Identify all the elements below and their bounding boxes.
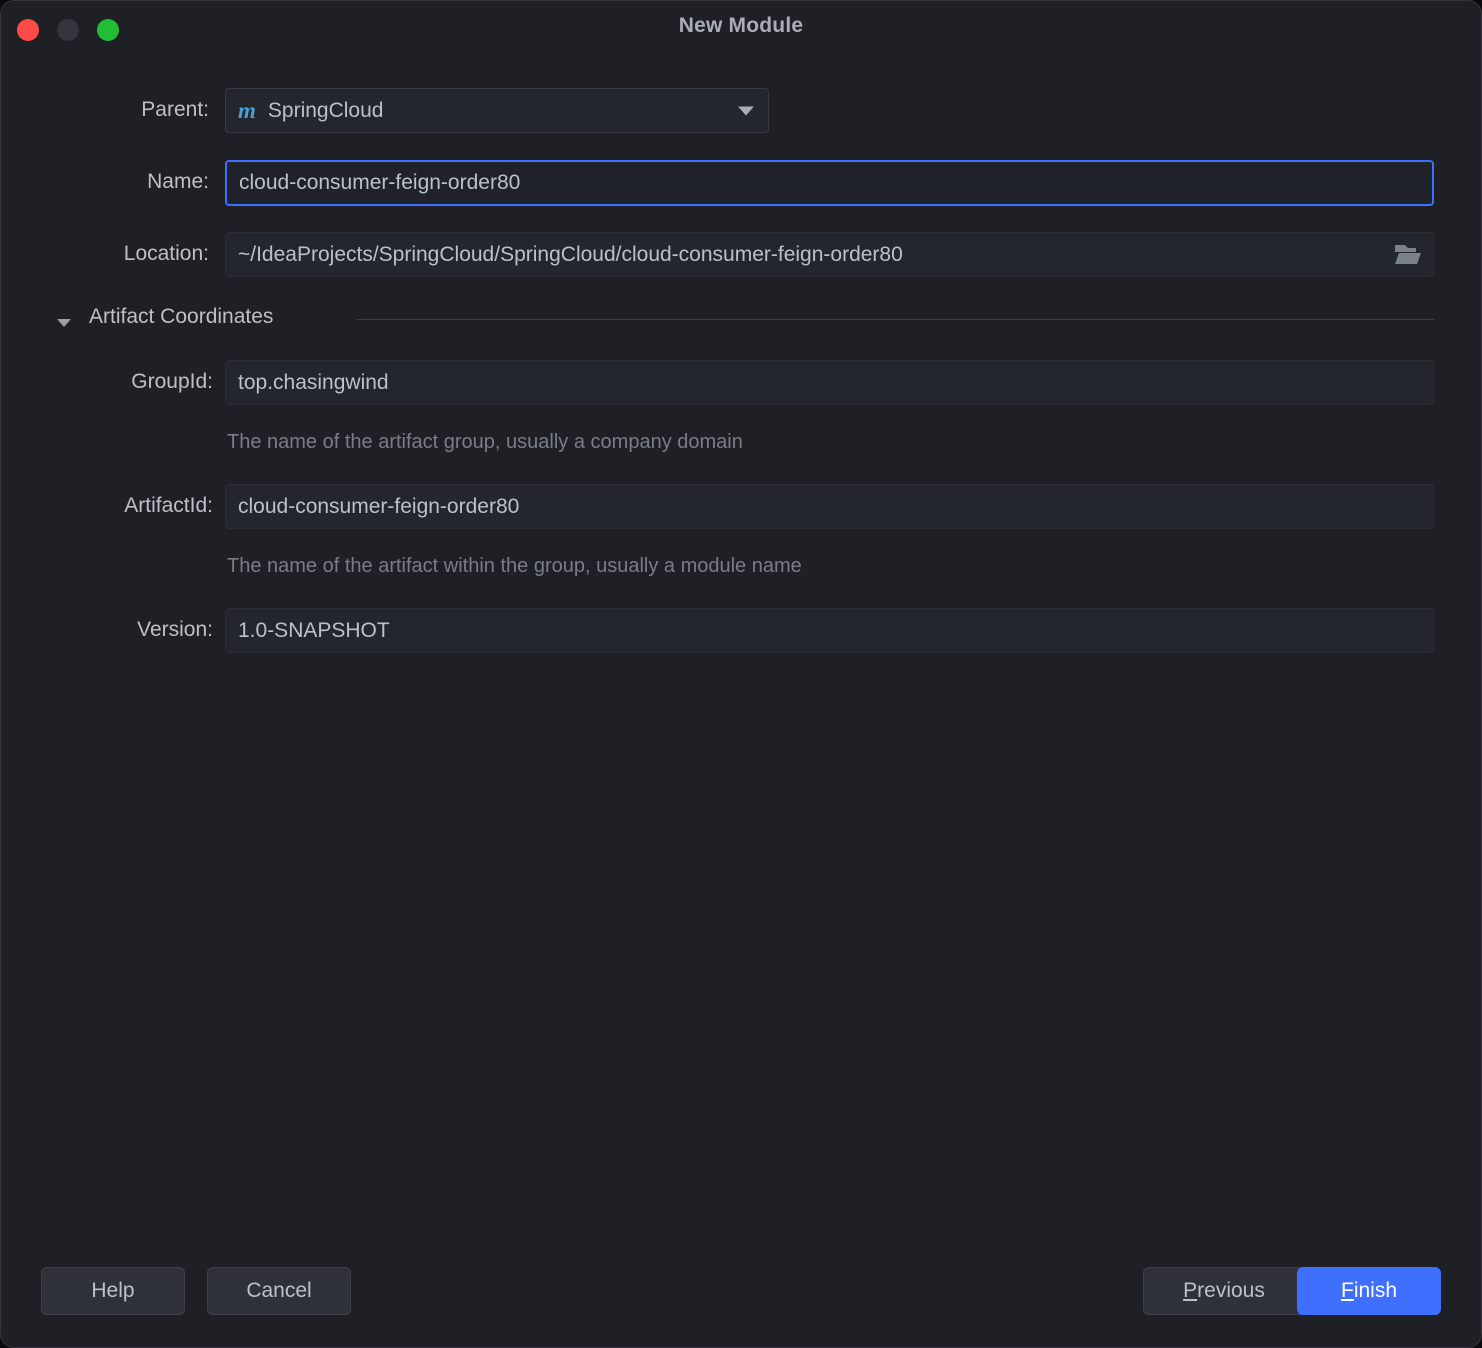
parent-dropdown[interactable]: m SpringCloud — [225, 88, 769, 133]
artifact-coordinates-title: Artifact Coordinates — [89, 305, 274, 328]
location-input[interactable]: ~/IdeaProjects/SpringCloud/SpringCloud/c… — [225, 232, 1434, 277]
help-button[interactable]: Help — [41, 1267, 185, 1315]
artifactid-label: ArtifactId: — [124, 494, 213, 517]
version-input[interactable]: 1.0-SNAPSHOT — [225, 608, 1434, 653]
artifactid-input-value: cloud-consumer-feign-order80 — [238, 494, 520, 518]
chevron-down-icon[interactable] — [57, 319, 71, 327]
finish-button-mnemonic: F — [1340, 1279, 1354, 1302]
folder-icon-svg — [1395, 244, 1421, 264]
version-input-value: 1.0-SNAPSHOT — [238, 618, 390, 642]
finish-button-label: inish — [1353, 1279, 1398, 1302]
new-module-dialog: New Module Parent: m SpringCloud Name: c… — [0, 0, 1482, 1348]
parent-label: Parent: — [141, 98, 209, 121]
name-input-value: cloud-consumer-feign-order80 — [239, 171, 521, 194]
artifact-coordinates-section[interactable]: Artifact Coordinates — [1, 305, 1481, 341]
version-label: Version: — [137, 618, 213, 641]
finish-button[interactable]: Finish — [1297, 1267, 1441, 1315]
groupid-input[interactable]: top.chasingwind — [225, 360, 1434, 405]
previous-button-label: revious — [1197, 1279, 1265, 1302]
title-bar: New Module — [1, 1, 1481, 57]
location-label: Location: — [123, 242, 209, 265]
parent-dropdown-value: SpringCloud — [267, 98, 384, 122]
name-input[interactable]: cloud-consumer-feign-order80 — [225, 160, 1434, 206]
artifactid-hint: The name of the artifact within the grou… — [227, 555, 802, 577]
dialog-footer: Help Cancel Previous Finish — [1, 1237, 1481, 1347]
section-divider — [357, 319, 1434, 320]
groupid-hint: The name of the artifact group, usually … — [227, 431, 743, 453]
dialog-title: New Module — [678, 14, 804, 37]
chevron-down-icon — [738, 106, 754, 115]
maven-icon: m — [238, 98, 256, 123]
artifactid-input[interactable]: cloud-consumer-feign-order80 — [225, 484, 1434, 529]
location-input-value: ~/IdeaProjects/SpringCloud/SpringCloud/c… — [238, 242, 903, 266]
name-label: Name: — [147, 170, 209, 193]
previous-button-mnemonic: P — [1183, 1279, 1198, 1302]
folder-icon[interactable] — [1393, 242, 1423, 268]
groupid-input-value: top.chasingwind — [238, 370, 389, 394]
previous-button[interactable]: Previous — [1143, 1267, 1305, 1315]
groupid-label: GroupId: — [131, 370, 213, 393]
cancel-button[interactable]: Cancel — [207, 1267, 351, 1315]
